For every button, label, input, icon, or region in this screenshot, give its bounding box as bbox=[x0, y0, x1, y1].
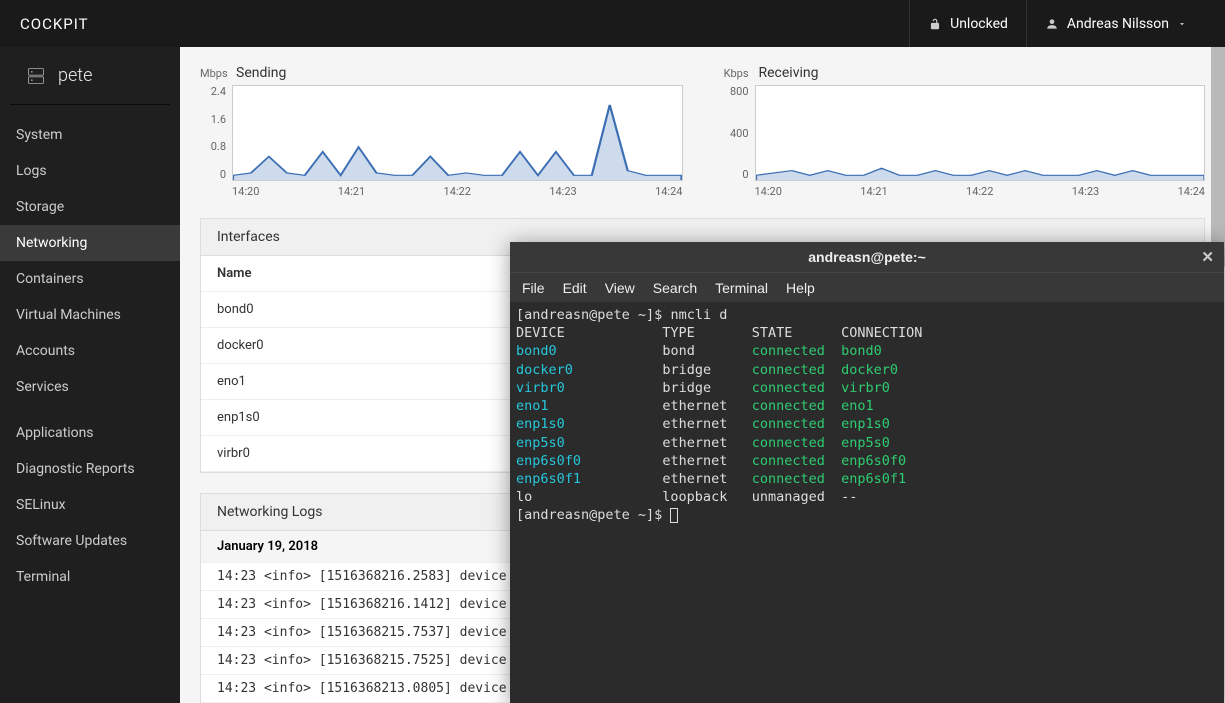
terminal-menu-edit[interactable]: Edit bbox=[563, 280, 587, 296]
host-name: pete bbox=[58, 65, 92, 86]
terminal-menu-terminal[interactable]: Terminal bbox=[715, 280, 768, 296]
host-selector[interactable]: pete bbox=[10, 47, 170, 105]
user-icon bbox=[1045, 17, 1059, 31]
terminal-window: andreasn@pete:~ ✕ File Edit View Search Term… bbox=[510, 242, 1224, 703]
sidebar-item-terminal[interactable]: Terminal bbox=[0, 559, 180, 595]
sidebar-item-accounts[interactable]: Accounts bbox=[0, 333, 180, 369]
topbar: COCKPIT Unlocked Andreas Nilsson bbox=[0, 0, 1225, 47]
sidebar-item-storage[interactable]: Storage bbox=[0, 189, 180, 225]
sidebar-item-applications[interactable]: Applications bbox=[0, 415, 180, 451]
chart-receiving-unit: Kbps bbox=[723, 67, 749, 80]
terminal-menu-search[interactable]: Search bbox=[653, 280, 697, 296]
lock-label: Unlocked bbox=[950, 16, 1008, 32]
sidebar-item-system[interactable]: System bbox=[0, 117, 180, 153]
sidebar-item-diagnostic-reports[interactable]: Diagnostic Reports bbox=[0, 451, 180, 487]
unlock-icon bbox=[928, 17, 942, 31]
terminal-output-line: enp6s0f0 ethernet connected enp6s0f0 bbox=[516, 452, 1218, 470]
user-menu[interactable]: Andreas Nilsson bbox=[1026, 0, 1205, 47]
terminal-output-line: enp6s0f1 ethernet connected enp6s0f1 bbox=[516, 470, 1218, 488]
terminal-title: andreasn@pete:~ bbox=[808, 249, 926, 265]
chart-sending-plot bbox=[232, 85, 683, 181]
terminal-output-line: eno1 ethernet connected eno1 bbox=[516, 397, 1218, 415]
terminal-output-line: enp5s0 ethernet connected enp5s0 bbox=[516, 434, 1218, 452]
chart-sending: Mbps Sending 2.41.60.80 14:2014:2114:221… bbox=[200, 65, 683, 198]
sidebar-item-containers[interactable]: Containers bbox=[0, 261, 180, 297]
nav-secondary: ApplicationsDiagnostic ReportsSELinuxSof… bbox=[0, 415, 180, 595]
terminal-close-button[interactable]: ✕ bbox=[1201, 248, 1214, 266]
chart-sending-title: Sending bbox=[236, 65, 286, 81]
lock-toggle[interactable]: Unlocked bbox=[909, 0, 1026, 47]
chart-receiving: Kbps Receiving 8004000 14:2014:2114:2214… bbox=[723, 65, 1206, 198]
sidebar-item-virtual-machines[interactable]: Virtual Machines bbox=[0, 297, 180, 333]
terminal-output-line: docker0 bridge connected docker0 bbox=[516, 361, 1218, 379]
terminal-titlebar[interactable]: andreasn@pete:~ ✕ bbox=[510, 242, 1224, 272]
chart-receiving-title: Receiving bbox=[759, 65, 819, 81]
sidebar: pete SystemLogsStorageNetworkingContaine… bbox=[0, 47, 180, 703]
sidebar-item-services[interactable]: Services bbox=[0, 369, 180, 405]
terminal-output-line: enp1s0 ethernet connected enp1s0 bbox=[516, 415, 1218, 433]
chart-receiving-plot bbox=[755, 85, 1206, 181]
server-icon bbox=[26, 66, 46, 86]
terminal-body[interactable]: [andreasn@pete ~]$ nmcli d DEVICE TYPE S… bbox=[510, 302, 1224, 529]
terminal-output-line: bond0 bond connected bond0 bbox=[516, 342, 1218, 360]
cursor-icon bbox=[670, 508, 678, 523]
terminal-output-line: lo loopback unmanaged -- bbox=[516, 488, 1218, 506]
terminal-menu-file[interactable]: File bbox=[522, 280, 545, 296]
chevron-down-icon bbox=[1177, 19, 1187, 29]
terminal-output-line: virbr0 bridge connected virbr0 bbox=[516, 379, 1218, 397]
sidebar-item-logs[interactable]: Logs bbox=[0, 153, 180, 189]
chart-sending-unit: Mbps bbox=[200, 67, 226, 80]
terminal-menu-view[interactable]: View bbox=[605, 280, 635, 296]
terminal-menu-help[interactable]: Help bbox=[786, 280, 815, 296]
terminal-menubar: File Edit View Search Terminal Help bbox=[510, 272, 1224, 302]
sidebar-item-software-updates[interactable]: Software Updates bbox=[0, 523, 180, 559]
sidebar-item-selinux[interactable]: SELinux bbox=[0, 487, 180, 523]
nav-primary: SystemLogsStorageNetworkingContainersVir… bbox=[0, 105, 180, 405]
brand: COCKPIT bbox=[20, 15, 89, 33]
user-name: Andreas Nilsson bbox=[1067, 16, 1169, 32]
sidebar-item-networking[interactable]: Networking bbox=[0, 225, 180, 261]
